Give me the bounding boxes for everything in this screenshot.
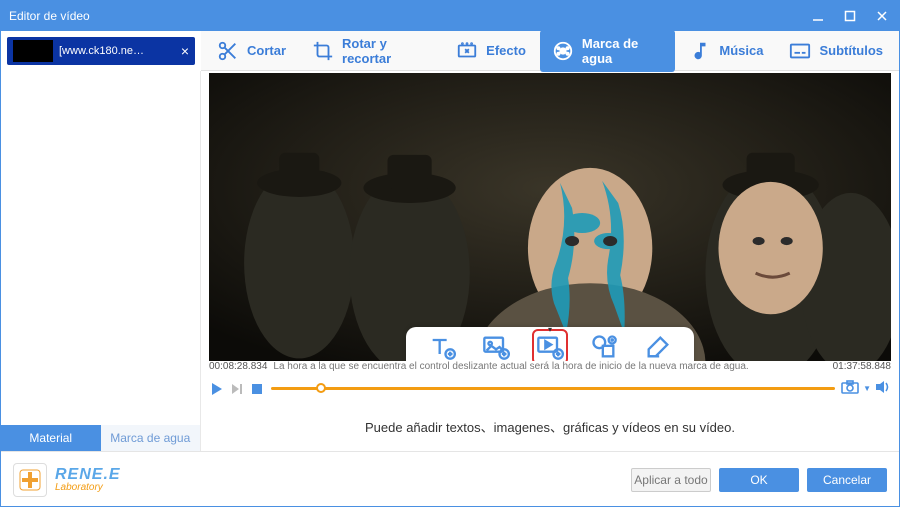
- title-bar: Editor de vídeo: [1, 1, 899, 31]
- add-shape-button[interactable]: [590, 333, 618, 361]
- snapshot-button[interactable]: [841, 380, 859, 397]
- watermark-icon: [552, 40, 574, 62]
- timeline-track[interactable]: [271, 382, 835, 396]
- video-preview[interactable]: ▾: [209, 73, 891, 361]
- file-chip[interactable]: [www.ck180.ne… ×: [7, 37, 195, 65]
- crop-icon: [312, 40, 334, 62]
- toolbar-effect[interactable]: Efecto: [444, 34, 538, 68]
- footer: RENE.E Laboratory Aplicar a todo OK Canc…: [1, 451, 899, 507]
- add-video-button[interactable]: ▾: [536, 333, 564, 361]
- file-chip-area: [www.ck180.ne… ×: [1, 31, 201, 71]
- toolbar-music[interactable]: Música: [677, 34, 775, 68]
- window-title: Editor de vídeo: [9, 9, 90, 23]
- brand: RENE.E Laboratory: [13, 463, 623, 497]
- brand-logo-icon: [13, 463, 47, 497]
- sidetab-watermark[interactable]: Marca de agua: [101, 425, 201, 451]
- play-button[interactable]: [209, 381, 225, 397]
- maximize-button[interactable]: [841, 7, 859, 25]
- toolbar-cut[interactable]: Cortar: [205, 34, 298, 68]
- scissors-icon: [217, 40, 239, 62]
- stop-button[interactable]: [249, 381, 265, 397]
- file-thumb: [13, 40, 53, 62]
- remove-watermark-button[interactable]: [644, 333, 672, 361]
- cancel-button[interactable]: Cancelar: [807, 468, 887, 492]
- timeline-handle[interactable]: [316, 383, 326, 393]
- info-text: Puede añadir textos、imagenes、gráficas y …: [201, 399, 899, 442]
- music-icon: [689, 40, 711, 62]
- timeline-end-time: 01:37:58.848: [833, 361, 891, 372]
- sidebar: Material Marca de agua: [1, 71, 201, 451]
- apply-all-button[interactable]: Aplicar a todo: [631, 468, 711, 492]
- ok-button[interactable]: OK: [719, 468, 799, 492]
- timeline-hint: La hora a la que se encuentra el control…: [273, 361, 826, 372]
- close-window-button[interactable]: [873, 7, 891, 25]
- subtitle-icon: [789, 40, 811, 62]
- add-text-button[interactable]: [428, 333, 456, 361]
- toolbar-watermark[interactable]: Marca de agua: [540, 30, 675, 72]
- toolbar: Cortar Rotar y recortar Efecto Marca de …: [201, 31, 899, 71]
- file-label: [www.ck180.ne…: [59, 45, 144, 57]
- brand-subtitle: Laboratory: [55, 483, 121, 493]
- chevron-down-icon: ▾: [548, 325, 552, 334]
- snapshot-dropdown[interactable]: ▼: [863, 384, 871, 393]
- sidetab-material[interactable]: Material: [1, 425, 101, 451]
- effect-icon: [456, 40, 478, 62]
- toolbar-rotate-crop[interactable]: Rotar y recortar: [300, 30, 442, 72]
- add-image-button[interactable]: [482, 333, 510, 361]
- minimize-button[interactable]: [809, 7, 827, 25]
- brand-name: RENE.E: [55, 467, 121, 483]
- file-close-button[interactable]: ×: [181, 43, 189, 59]
- timeline-start-time: 00:08:28.834: [209, 361, 267, 372]
- toolbar-subtitle[interactable]: Subtítulos: [777, 34, 895, 68]
- watermark-toolstrip: ▾: [406, 327, 694, 361]
- volume-button[interactable]: [875, 380, 891, 397]
- step-button[interactable]: [229, 381, 245, 397]
